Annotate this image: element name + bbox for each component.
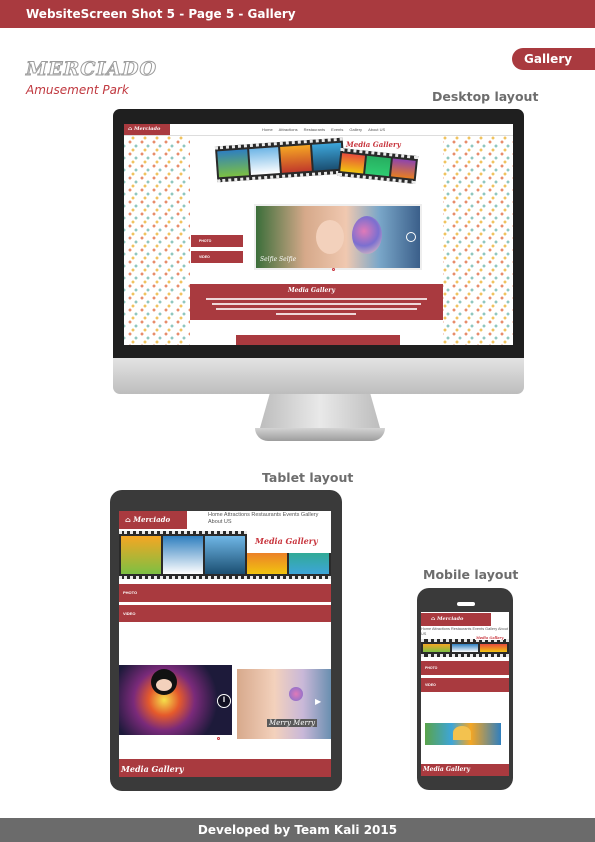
desktop-slideshow-image: Selfie Selfie — [254, 204, 422, 270]
home-icon: ⌂ — [128, 126, 133, 132]
mobile-media-title: Media Gallery — [423, 766, 470, 773]
home-icon: ⌂ — [125, 515, 131, 524]
nav-gallery[interactable]: Gallery — [349, 127, 362, 132]
mobile-site-logo[interactable]: ⌂ Merciado — [421, 613, 491, 626]
mobile-logo-text: Merciado — [436, 616, 464, 622]
home-icon: ⌂ — [431, 616, 436, 622]
brand-logo-subtitle: Amusement Park — [26, 83, 129, 97]
phone-speaker — [457, 602, 475, 606]
desktop-video-button[interactable]: VIDEO — [191, 251, 243, 263]
desktop-banner-title: Media Gallery — [346, 140, 401, 149]
desktop-layout-label: Desktop layout — [432, 89, 539, 104]
nav-home[interactable]: Home — [262, 127, 273, 132]
mobile-layout-label: Mobile layout — [423, 567, 519, 582]
desktop-logo-text: Merciado — [133, 126, 161, 132]
desktop-screen: ⌂ Merciado Home Attractions Restaurants … — [124, 124, 513, 345]
slide-indicator-dot[interactable] — [217, 737, 220, 740]
tablet-media-title: Media Gallery — [121, 764, 184, 774]
tablet-screen: ⌂ Merciado Home Attractions Restaurants … — [119, 511, 331, 777]
desktop-media-section: Media Gallery — [190, 284, 443, 320]
desktop-site-logo[interactable]: ⌂ Merciado — [124, 124, 170, 135]
tablet-photo-button[interactable]: PHOTO — [119, 584, 331, 602]
desktop-nav: Home Attractions Restaurants Events Gall… — [262, 127, 385, 132]
mobile-slide-image — [425, 723, 501, 745]
tablet-slide-ferris — [119, 665, 232, 735]
nav-events[interactable]: Events — [331, 127, 343, 132]
pause-icon[interactable]: ‖ — [217, 694, 231, 708]
slide-indicator-dot[interactable] — [332, 268, 335, 271]
tablet-logo-text: Merciado — [133, 515, 171, 524]
tablet-layout-label: Tablet layout — [262, 470, 354, 485]
mobile-film-banner — [421, 639, 509, 657]
mobile-banner-title: Media Gallery — [475, 636, 505, 640]
nav-about[interactable]: About US — [368, 127, 385, 132]
brand-logo-name: MERCIADO — [25, 58, 158, 81]
monitor-stand-neck — [260, 394, 380, 428]
monitor-chin — [113, 358, 524, 394]
tablet-site-logo[interactable]: ⌂ Merciado — [119, 511, 187, 529]
tablet-banner-title: Media Gallery — [255, 536, 318, 546]
tablet-nav[interactable]: Home Attractions Restaurants Events Gall… — [208, 512, 318, 526]
mobile-video-button[interactable]: VIDEO — [421, 678, 509, 692]
page-footer: Developed by Team Kali 2015 — [0, 818, 595, 842]
page-header-title: WebsiteScreen Shot 5 - Page 5 - Gallery — [26, 7, 296, 21]
tablet-nav-line2[interactable]: About US — [208, 519, 318, 526]
page-footer-text: Developed by Team Kali 2015 — [197, 823, 398, 837]
tablet-video-button[interactable]: VIDEO — [119, 605, 331, 622]
desktop-footer-strip — [236, 335, 400, 345]
slide-next-icon[interactable]: ▶ — [315, 697, 321, 706]
slide-next-icon[interactable] — [406, 232, 416, 242]
mobile-media-section: Media Gallery — [421, 764, 509, 776]
nav-attractions[interactable]: Attractions — [279, 127, 298, 132]
mobile-screen: ⌂ Merciado Home Attractions Restaurants … — [421, 612, 509, 776]
monitor-stand-foot — [255, 428, 385, 441]
desktop-slide-caption: Selfie Selfie — [260, 256, 297, 263]
desktop-media-title: Media Gallery — [288, 287, 335, 294]
tablet-media-section: Media Gallery — [119, 759, 331, 777]
gallery-tag-label: Gallery — [524, 52, 573, 66]
tablet-slide-caption: Merry Merry — [267, 719, 318, 727]
tablet-nav-line1[interactable]: Home Attractions Restaurants Events Gall… — [208, 512, 318, 519]
nav-restaurants[interactable]: Restaurants — [304, 127, 326, 132]
gallery-tag: Gallery — [512, 48, 595, 70]
mobile-photo-button[interactable]: PHOTO — [421, 661, 509, 675]
desktop-photo-button[interactable]: PHOTO — [191, 235, 243, 247]
page-header-bar: WebsiteScreen Shot 5 - Page 5 - Gallery — [0, 0, 595, 28]
